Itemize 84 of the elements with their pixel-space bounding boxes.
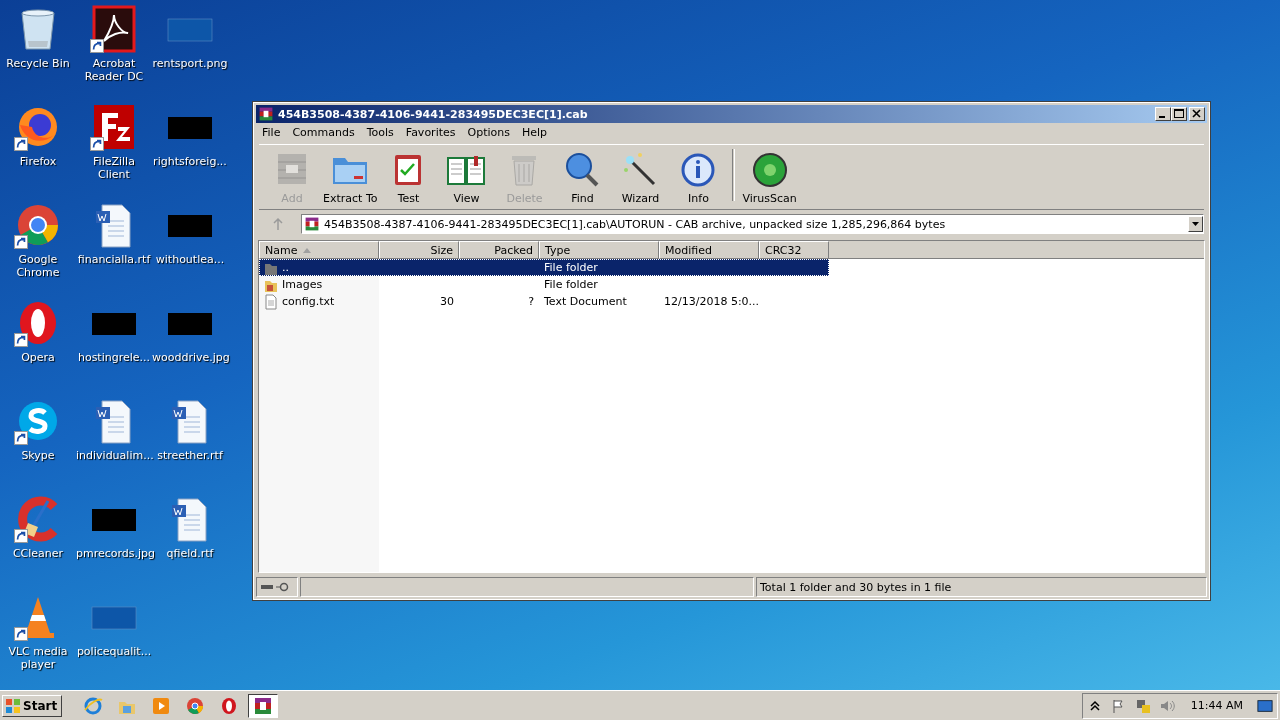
shortcut-arrow-icon (90, 39, 104, 53)
file-name: config.txt (282, 295, 335, 308)
caret-icon (1192, 222, 1199, 226)
desktop-icon-label[interactable]: financialla.rtf (76, 253, 152, 266)
column-header[interactable]: Name (259, 241, 379, 259)
taskbar-button[interactable] (248, 693, 279, 718)
clock[interactable]: 11:44 AM (1190, 699, 1243, 712)
sort-icon (303, 247, 312, 253)
desktop-icon-label[interactable]: policequalit... (76, 645, 152, 658)
menu-item[interactable]: Tools (360, 126, 400, 139)
desktop-icon-label[interactable]: Recycle Bin (0, 57, 76, 70)
desktop-icon-label[interactable]: Skype (0, 449, 76, 462)
desktop-icon-label[interactable]: rightsforeig... (152, 155, 228, 168)
start-button[interactable]: Start (2, 694, 63, 717)
menu-item[interactable]: Help (515, 126, 554, 139)
app-icon (185, 695, 206, 716)
table-cell: File folder (544, 261, 598, 274)
shortcut-arrow-icon (14, 627, 28, 641)
app-icon (83, 695, 104, 716)
desktop-icon-label[interactable]: pmrecords.jpg (76, 547, 152, 560)
table-cell: 12/13/2018 5:0... (664, 295, 759, 308)
desktop-icon-label[interactable]: wooddrive.jpg (152, 351, 228, 364)
desktop-icon-label[interactable]: individualim... (76, 449, 152, 462)
shortcut-arrow-icon (14, 235, 28, 249)
column-header[interactable]: Modified (659, 241, 759, 259)
network-icon[interactable] (1134, 697, 1151, 714)
menu-item[interactable]: Commands (286, 126, 361, 139)
toolbar-button[interactable]: Info (671, 150, 726, 205)
desktop-icon-label[interactable]: VLC media player (0, 645, 76, 671)
file-name: Images (282, 278, 323, 291)
toolbar-button[interactable]: VirusScan (742, 150, 797, 205)
shortcut-arrow-icon (14, 529, 28, 543)
file-row[interactable]: config.txt 30 ? Text Document 12/13/2018 5:0... (259, 293, 829, 310)
desktop-icon-label[interactable]: Firefox (0, 155, 76, 168)
desktop-icon-label[interactable]: withoutlea... (152, 253, 228, 266)
table-cell: Text Document (544, 295, 627, 308)
desktop-icon-label[interactable]: Opera (0, 351, 76, 364)
toolbar-button[interactable]: View (439, 150, 494, 205)
toolbar-button[interactable]: Find (555, 150, 610, 205)
archive-icon (258, 106, 274, 122)
address-field[interactable]: 454B3508-4387-4106-9441-283495DEC3EC[1].cab\AUTORUN - CAB archive, unpacked size 1,285,296,864 bytes (301, 214, 1204, 234)
toolbar-button[interactable]: Test (381, 150, 436, 205)
toolbar-button[interactable]: Extract To (323, 150, 378, 205)
desktop-icon-label[interactable]: Acrobat Reader DC (76, 57, 152, 83)
column-header[interactable]: Packed (459, 241, 539, 259)
column-header[interactable]: Type (539, 241, 659, 259)
file-row[interactable]: Images File folder (259, 276, 829, 293)
desktop-icon-label[interactable]: streether.rtf (152, 449, 228, 462)
menu-item[interactable]: Favorites (399, 126, 462, 139)
dropdown-button[interactable] (1188, 216, 1203, 232)
app-icon (151, 695, 172, 716)
desktop-icon-label[interactable]: hostingrele... (76, 351, 152, 364)
desktop-icon-label[interactable]: rentsport.png (152, 57, 228, 70)
shortcut-arrow-icon (14, 431, 28, 445)
column-header[interactable]: CRC32 (759, 241, 829, 259)
shortcut-arrow-icon (90, 137, 104, 151)
maximize-icon (1172, 108, 1186, 120)
close-icon (1190, 108, 1204, 120)
column-header[interactable]: Size (379, 241, 459, 259)
app-icon (253, 695, 274, 716)
desktop-icon-label[interactable]: FileZilla Client (76, 155, 152, 181)
file-name: .. (282, 261, 289, 274)
menu-item[interactable]: File (256, 126, 287, 139)
maximize-button[interactable] (1171, 107, 1187, 121)
desktop-icon-label[interactable]: CCleaner (0, 547, 76, 560)
document-icon (263, 293, 279, 310)
table-cell: 30 (440, 295, 454, 308)
table-cell: File folder (544, 278, 598, 291)
desktop-icon-label[interactable]: Google Chrome (0, 253, 76, 279)
status-text: Total 1 folder and 30 bytes in 1 file (760, 580, 952, 594)
table-cell: ? (528, 295, 534, 308)
shortcut-arrow-icon (14, 333, 28, 347)
menu-item[interactable]: Options (461, 126, 516, 139)
archive-icon (304, 216, 320, 232)
show-desktop-icon[interactable] (1257, 697, 1273, 714)
minimize-button[interactable] (1155, 107, 1171, 121)
desktop-icon[interactable] (90, 5, 138, 53)
shortcut-arrow-icon (14, 137, 28, 151)
minimize-icon (1159, 116, 1165, 118)
close-button[interactable] (1189, 107, 1205, 121)
windows-logo-icon (5, 697, 21, 714)
file-row[interactable]: .. File folder (259, 259, 829, 276)
window-title: 454B3508-4387-4106-9441-283495DEC3EC[1].cab (278, 107, 589, 121)
toolbar-button[interactable]: Wizard (613, 150, 668, 205)
